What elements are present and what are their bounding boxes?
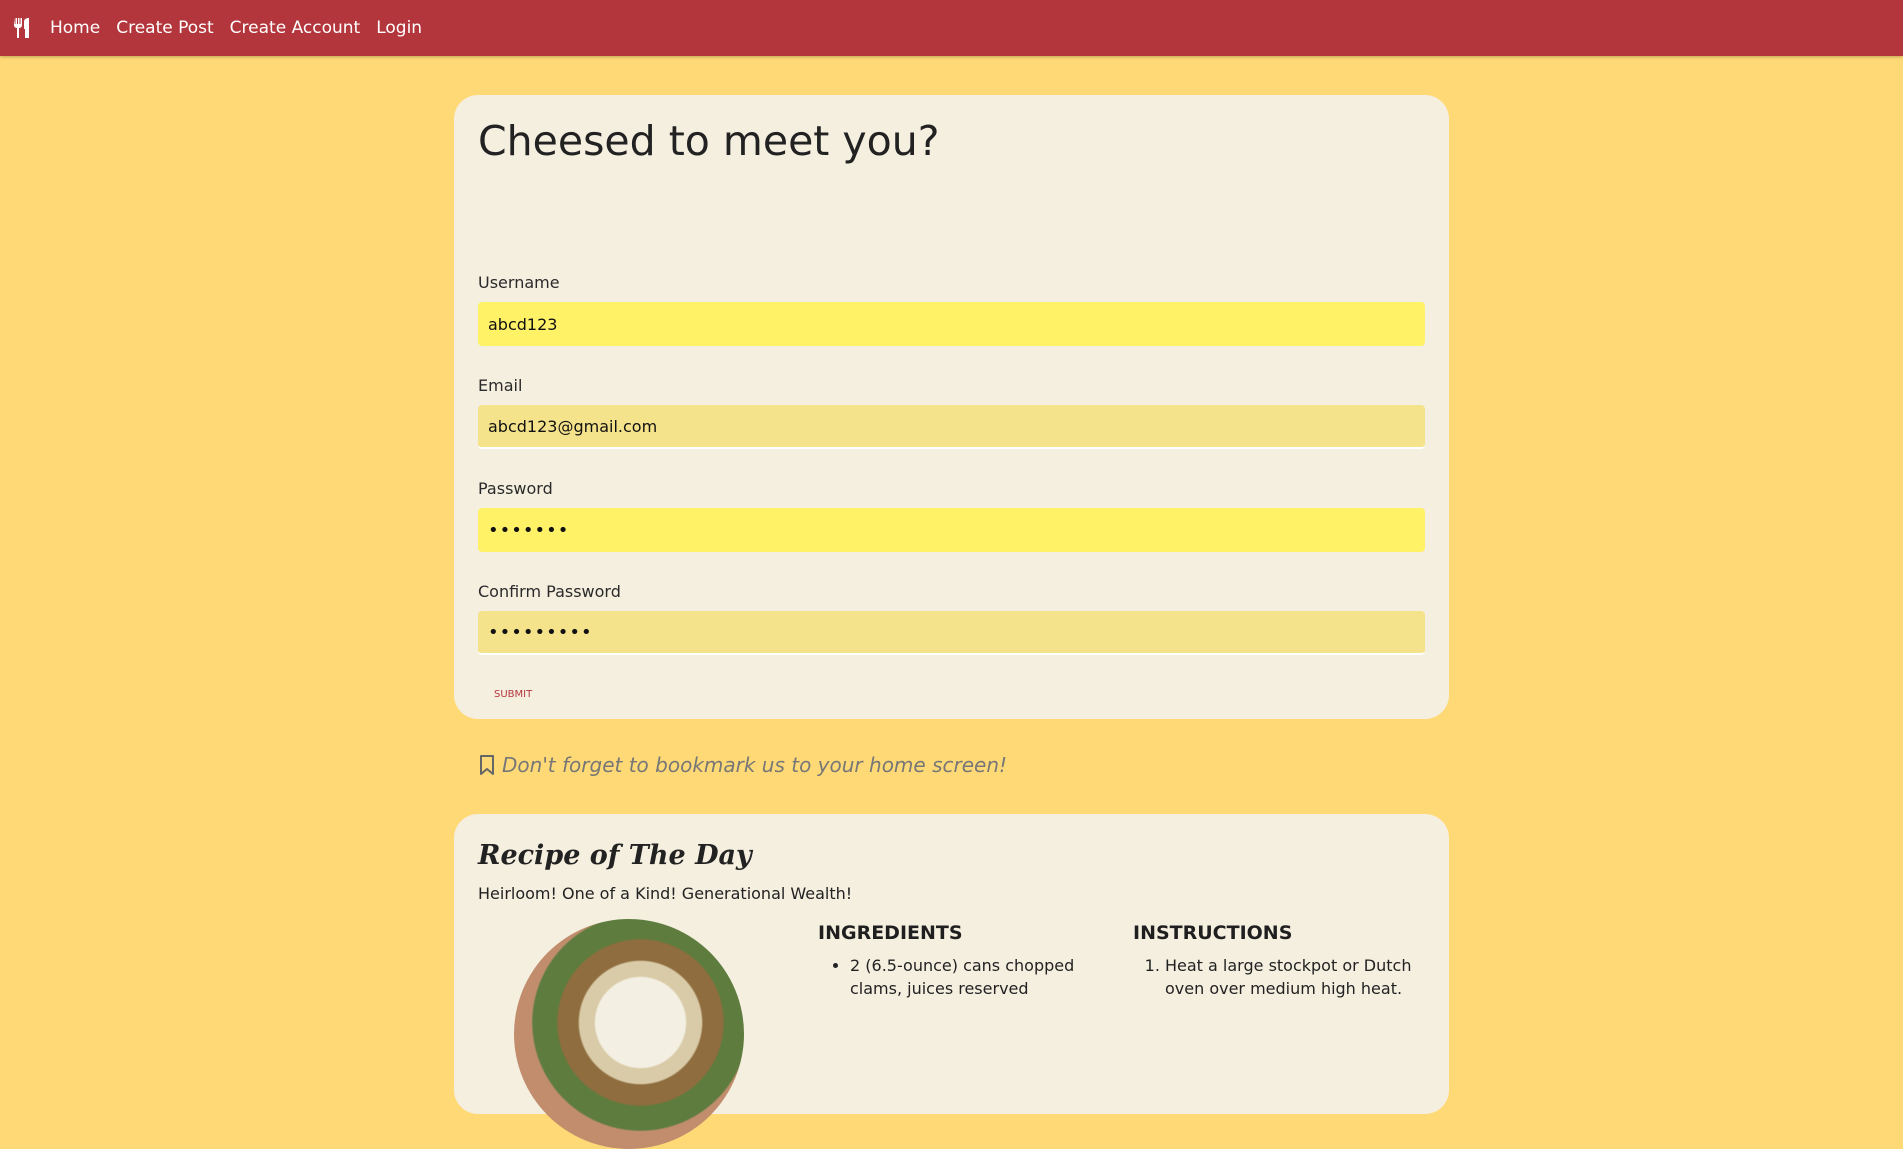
recipe-subtitle: Heirloom! One of a Kind! Generational We… [478, 884, 853, 903]
username-label: Username [478, 273, 560, 292]
instruction-step: Heat a large stockpot or Dutch oven over… [1165, 954, 1445, 1000]
instructions-list: Heat a large stockpot or Dutch oven over… [1165, 954, 1445, 1000]
nav-create-account-link[interactable]: Create Account [230, 18, 361, 38]
submit-button[interactable]: SUBMIT [478, 682, 548, 706]
ingredients-list: 2 (6.5-ounce) cans chopped clams, juices… [850, 954, 1130, 1000]
nav-home-link[interactable]: Home [50, 18, 100, 38]
utensils-icon[interactable] [12, 17, 34, 39]
bookmark-reminder: Don't forget to bookmark us to your home… [478, 753, 1007, 777]
page-title: Cheesed to meet you? [478, 117, 940, 165]
password-label: Password [478, 479, 553, 498]
instructions-heading: INSTRUCTIONS [1133, 922, 1293, 944]
email-input[interactable] [478, 405, 1425, 449]
recipe-card: Recipe of The Day Heirloom! One of a Kin… [454, 814, 1449, 1149]
nav-login-link[interactable]: Login [376, 18, 422, 38]
password-input[interactable] [478, 508, 1425, 552]
email-label: Email [478, 376, 523, 395]
recipe-image [514, 919, 744, 1149]
confirm-password-input[interactable] [478, 611, 1425, 655]
ingredient-item: 2 (6.5-ounce) cans chopped clams, juices… [850, 954, 1130, 1000]
bookmark-text: Don't forget to bookmark us to your home… [502, 753, 1008, 777]
create-account-card: Cheesed to meet you? Username Email Pass… [454, 95, 1449, 777]
confirm-password-label: Confirm Password [478, 582, 621, 601]
ingredients-heading: INGREDIENTS [818, 922, 963, 944]
nav-create-post-link[interactable]: Create Post [116, 18, 213, 38]
username-input[interactable] [478, 302, 1425, 346]
bookmark-icon [480, 755, 494, 775]
recipe-title: Recipe of The Day [478, 840, 752, 871]
top-navbar: Home Create Post Create Account Login [0, 0, 1903, 56]
